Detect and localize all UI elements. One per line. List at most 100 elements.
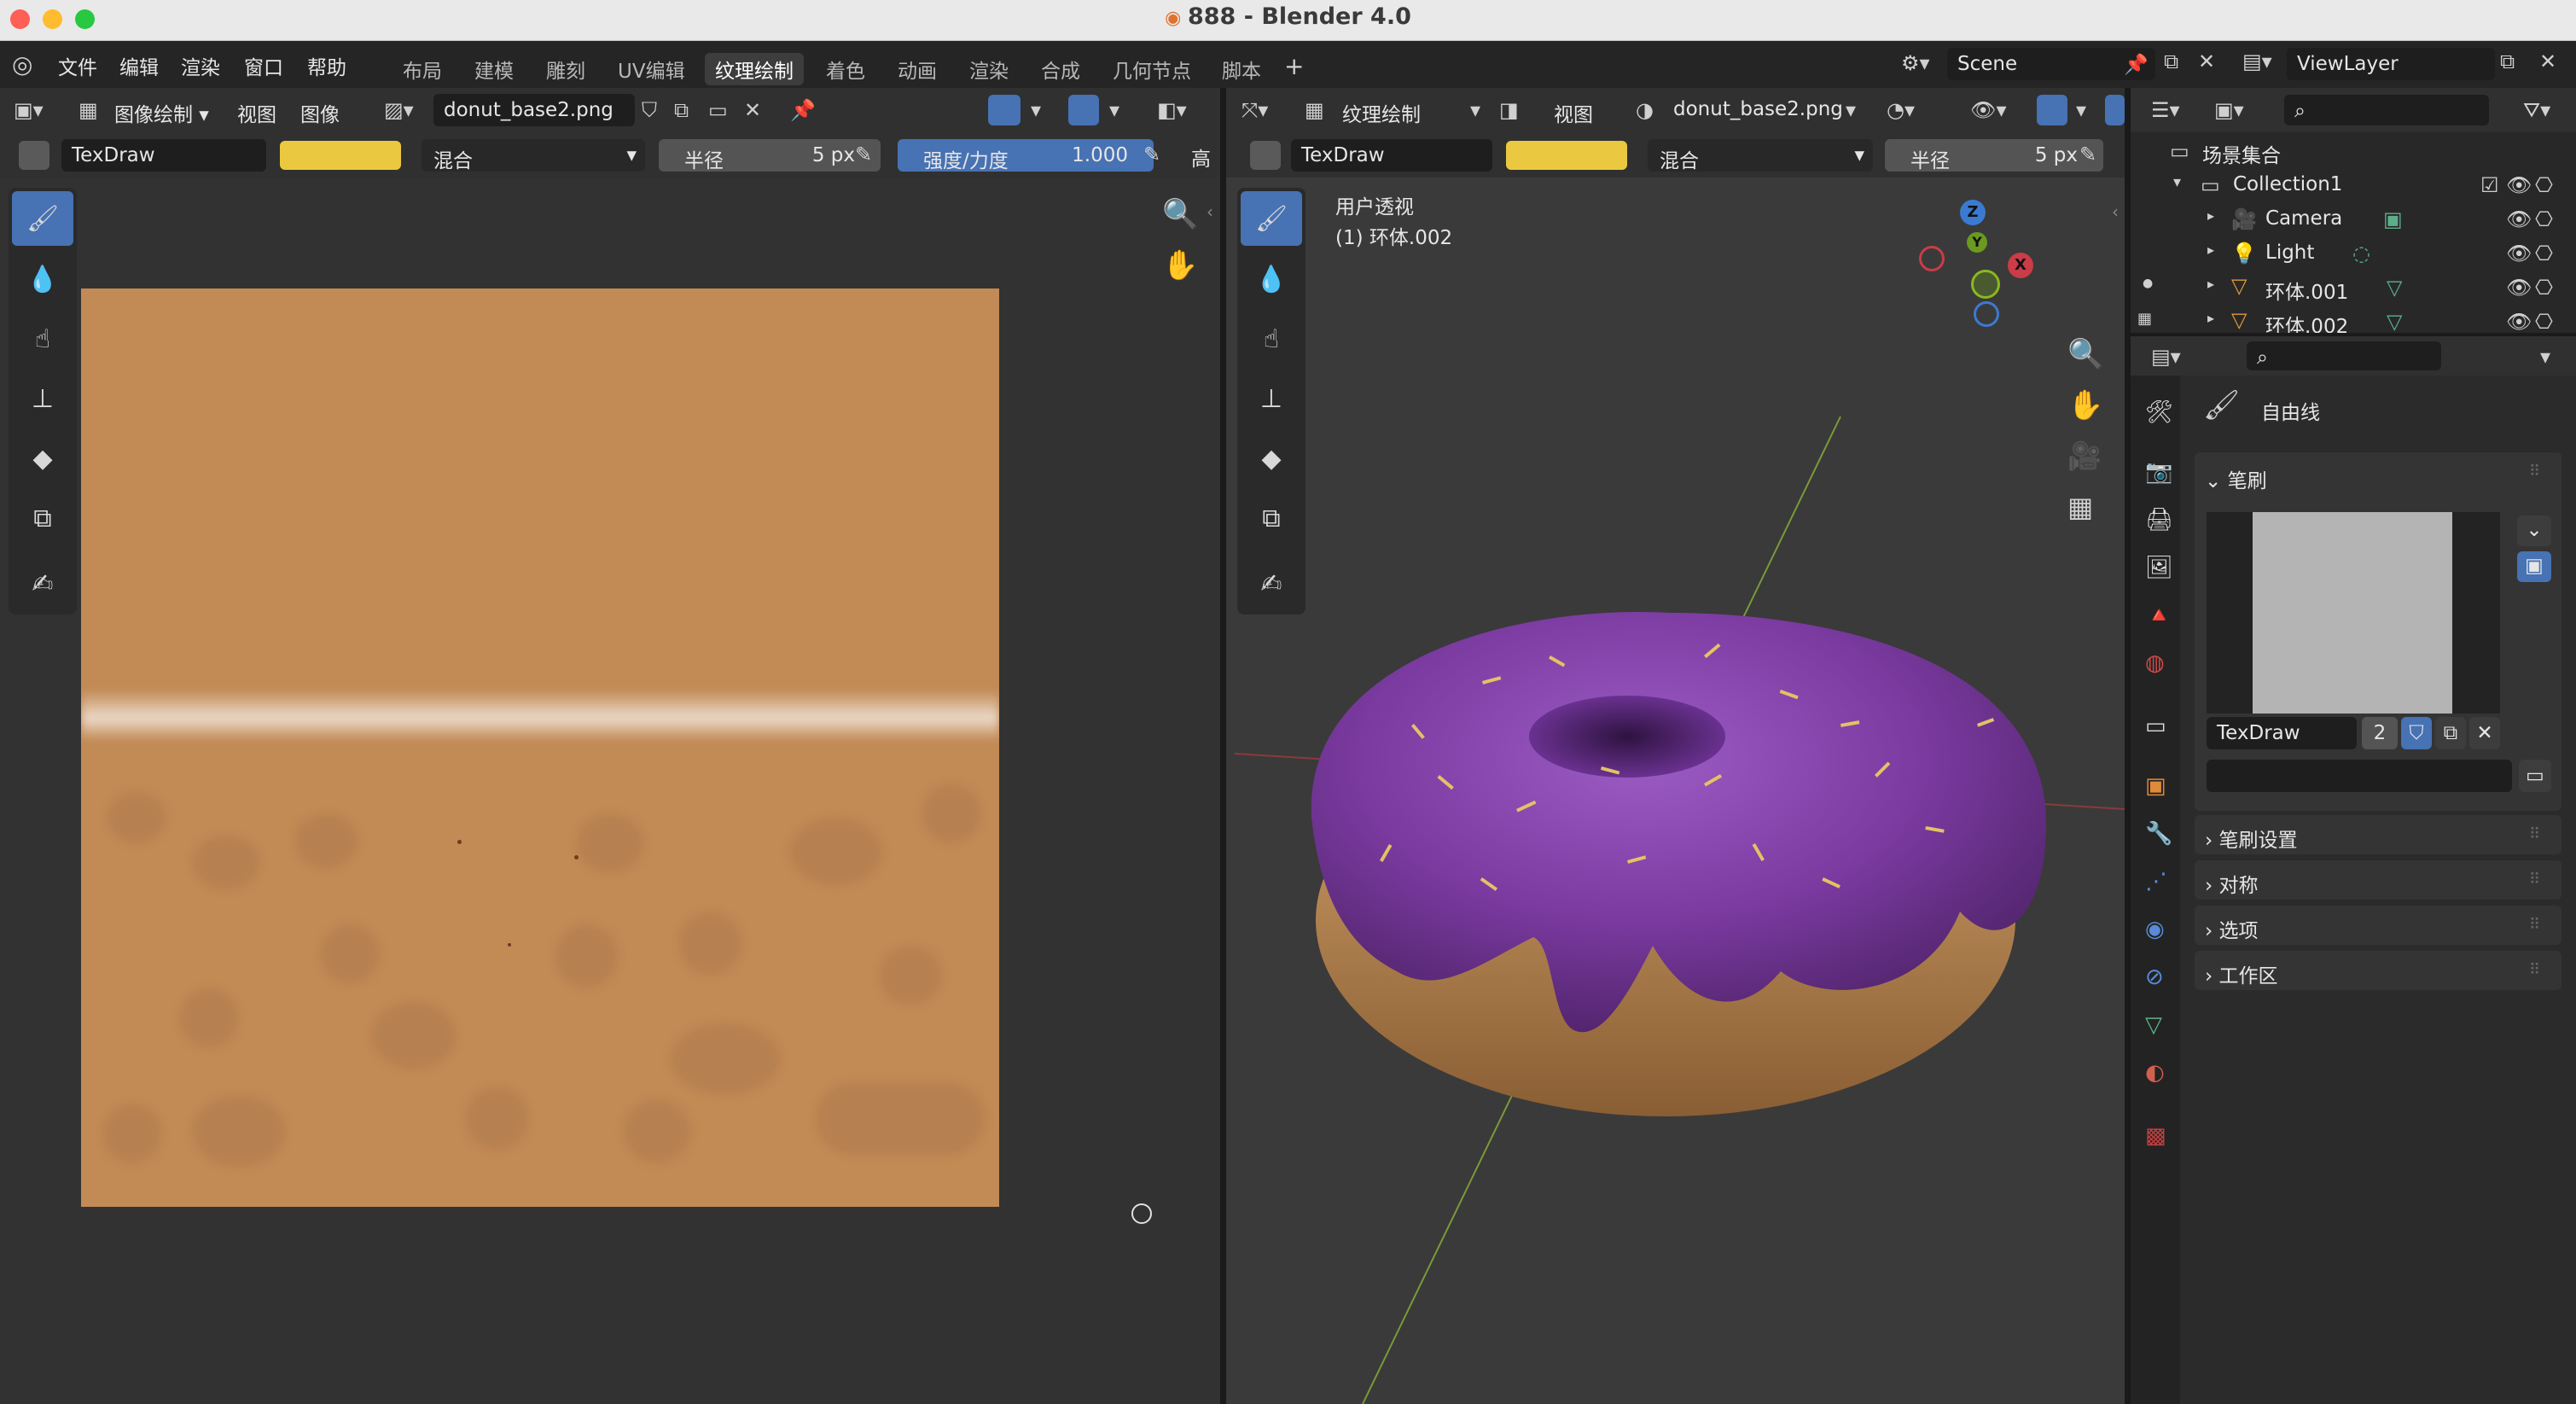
brush-settings-header[interactable]: › 笔刷设置 — [2205, 824, 2298, 853]
visibility-eye-icon[interactable]: 👁 — [2506, 209, 2532, 230]
area-divider-right[interactable] — [2125, 88, 2131, 1404]
outliner-row-torus-001[interactable]: ● ▸ ▽ 环体.001 ▽ 👁 ⎔ — [2131, 271, 2576, 305]
gizmo-x-axis[interactable]: X — [2008, 253, 2033, 278]
brush-preset-dropdown[interactable]: ⌄ — [2517, 516, 2551, 546]
outliner-row-torus-002[interactable]: ▦ ▸ ▽ 环体.002 ▽ 👁 ⎔ — [2131, 305, 2576, 333]
tab-rendering[interactable]: 渲染 — [959, 53, 1019, 85]
visibility-icon[interactable]: 👁▾ — [1970, 100, 2007, 120]
outliner-search-input[interactable]: ⌕ — [2284, 95, 2489, 125]
area-divider[interactable] — [1220, 88, 1226, 1404]
mesh-data-icon[interactable]: ▽ — [2387, 277, 2402, 298]
drag-handle-icon[interactable]: ⠿ — [2529, 872, 2540, 888]
render-camera-icon[interactable]: ⎔ — [2535, 175, 2553, 195]
sidebar-toggle-icon[interactable]: ‹ — [1207, 203, 1213, 220]
tab-sculpting[interactable]: 雕刻 — [536, 53, 596, 85]
tab-compositing[interactable]: 合成 — [1031, 53, 1090, 85]
texture-tab-icon[interactable]: ▩ — [2145, 1125, 2166, 1147]
outliner-row-scene-collection[interactable]: ▭ 场景集合 — [2131, 134, 2576, 168]
tab-geometry-nodes[interactable]: 几何节点 — [1102, 53, 1201, 85]
mesh-data-icon[interactable]: ▽ — [2387, 312, 2402, 332]
tab-scripting[interactable]: 脚本 — [1212, 53, 1271, 85]
pin-icon[interactable]: 📌 — [2124, 53, 2149, 76]
viewport-smear-tool-icon[interactable]: ☝ — [1241, 312, 1302, 366]
scene-selector-icon[interactable]: ⚙▾ — [1901, 53, 1930, 73]
annotate-tool-icon[interactable]: ✍ — [12, 556, 73, 611]
brush-users-count[interactable]: 2 — [2362, 717, 2398, 749]
viewport-brush-preview-icon[interactable] — [1250, 141, 1281, 170]
filter-icon[interactable]: ⛛▾ — [2523, 100, 2550, 120]
menu-edit[interactable]: 编辑 — [119, 51, 159, 80]
data-tab-icon[interactable]: ▽ — [2145, 1014, 2162, 1036]
visibility-eye-icon[interactable]: 👁 — [2506, 243, 2532, 264]
new-view-layer-icon[interactable]: ⧉ — [2500, 51, 2515, 72]
visibility-eye-icon[interactable]: 👁 — [2506, 175, 2532, 195]
gizmo-z-axis[interactable]: Z — [1960, 200, 1986, 225]
fake-user-shield-icon[interactable]: ⛉ — [642, 100, 657, 120]
display-channels-icon[interactable]: ◧▾ — [1157, 100, 1187, 120]
viewport-draw-tool-icon[interactable]: 🖌 — [1241, 191, 1302, 246]
menu-view[interactable]: 视图 — [237, 98, 276, 127]
gizmo-neg-x-axis[interactable] — [1919, 246, 1945, 271]
file-browse-icon[interactable]: ▭ — [2519, 760, 2551, 792]
gizmo-dropdown-icon[interactable]: ▾ — [2076, 100, 2086, 120]
tab-modeling[interactable]: 建模 — [464, 53, 524, 85]
viewport-brush-color-swatch[interactable] — [1506, 141, 1627, 170]
viewport-soften-tool-icon[interactable]: 💧 — [1241, 252, 1302, 306]
camera-view-icon[interactable]: 🎥 — [2067, 442, 2102, 469]
camera-data-icon[interactable]: ▣ — [2383, 209, 2403, 230]
viewport-image-selector[interactable]: donut_base2.png — [1673, 98, 1843, 120]
new-image-icon[interactable]: ⧉ — [674, 100, 689, 120]
overlay-toggle-icon[interactable] — [2105, 95, 2125, 125]
viewport-zoom-icon[interactable]: 🔍 — [2067, 340, 2103, 369]
options-header[interactable]: › 选项 — [2205, 914, 2259, 943]
render-camera-icon[interactable]: ⎔ — [2535, 209, 2553, 230]
viewport-pressure-icon[interactable]: ✎ — [2079, 144, 2096, 165]
expand-arrow-icon[interactable]: ▸ — [2207, 277, 2214, 291]
display-mode-icon[interactable]: ▣▾ — [2214, 100, 2244, 120]
gizmo-y-axis[interactable]: Y — [1967, 232, 1987, 253]
drag-handle-icon[interactable]: ⠿ — [2529, 827, 2540, 842]
image-name-field[interactable]: donut_base2.png — [433, 94, 635, 126]
3d-viewport[interactable]: 用户透视 (1) 环体.002 Z Y X 🔍 ✋ 🎥 ▦ ‹ — [1226, 178, 2125, 1404]
expand-arrow-icon[interactable]: ▾ — [2173, 175, 2181, 190]
viewport-blend-dropdown[interactable]: 混合 ▾ — [1648, 139, 1873, 172]
viewport-brush-name-field[interactable]: TexDraw — [1291, 139, 1492, 172]
menu-help[interactable]: 帮助 — [307, 51, 346, 80]
editor-type-icon[interactable]: ⤧▾ — [1241, 100, 1268, 120]
gizmo-neg-z-axis[interactable] — [1974, 301, 1999, 327]
view-layer-tab-icon[interactable]: 🖼 — [2145, 556, 2173, 579]
output-tab-icon[interactable]: 🖨 — [2145, 509, 2173, 531]
tab-shading[interactable]: 着色 — [816, 53, 875, 85]
zoom-icon[interactable]: 🔍 — [1162, 200, 1198, 229]
modifier-tab-icon[interactable]: 🔧 — [2145, 823, 2172, 845]
unlink-brush-icon[interactable]: ✕ — [2469, 717, 2500, 749]
menu-file[interactable]: 文件 — [58, 51, 97, 80]
visibility-eye-icon[interactable]: 👁 — [2506, 277, 2532, 298]
fake-user-shield-icon[interactable]: ⛉ — [2401, 717, 2432, 749]
view-object-types-icon[interactable]: ◔▾ — [1887, 100, 1915, 120]
scene-tab-icon[interactable]: 🔺 — [2145, 604, 2172, 626]
tab-uv-editing[interactable]: UV编辑 — [608, 53, 695, 85]
view-layer-field[interactable]: ViewLayer — [2287, 48, 2495, 80]
add-workspace-icon[interactable]: + — [1284, 55, 1304, 79]
brush-texture-field[interactable] — [2207, 760, 2512, 792]
texture-image[interactable] — [81, 288, 999, 1207]
drag-handle-icon[interactable]: ⠿ — [2529, 464, 2540, 480]
viewport-pan-icon[interactable]: ✋ — [2067, 391, 2103, 420]
mode-dropdown-icon[interactable]: ▾ — [1470, 100, 1480, 120]
image-dropdown-icon[interactable]: ▾ — [1846, 100, 1856, 120]
properties-options-icon[interactable]: ▾ — [2540, 347, 2550, 367]
visibility-eye-icon[interactable]: 👁 — [2506, 312, 2532, 332]
expand-arrow-icon[interactable]: ▸ — [2207, 209, 2214, 223]
tab-texture-paint[interactable]: 纹理绘制 — [705, 53, 804, 85]
symmetry-header[interactable]: › 对称 — [2205, 869, 2259, 898]
brush-preview-icon[interactable] — [19, 141, 49, 170]
draw-tool-icon[interactable]: 🖌 — [12, 191, 73, 246]
workspace-header[interactable]: › 工作区 — [2205, 959, 2278, 988]
particles-tab-icon[interactable]: ⋰ — [2145, 871, 2167, 893]
uv-sync-icon[interactable] — [988, 95, 1021, 125]
properties-editor-type-icon[interactable]: ▤▾ — [2151, 347, 2181, 367]
viewport-fill-tool-icon[interactable]: ◆ — [1241, 431, 1302, 486]
light-data-icon[interactable]: ◌ — [2352, 243, 2370, 264]
tool-tab-icon[interactable]: 🛠 — [2145, 401, 2173, 423]
